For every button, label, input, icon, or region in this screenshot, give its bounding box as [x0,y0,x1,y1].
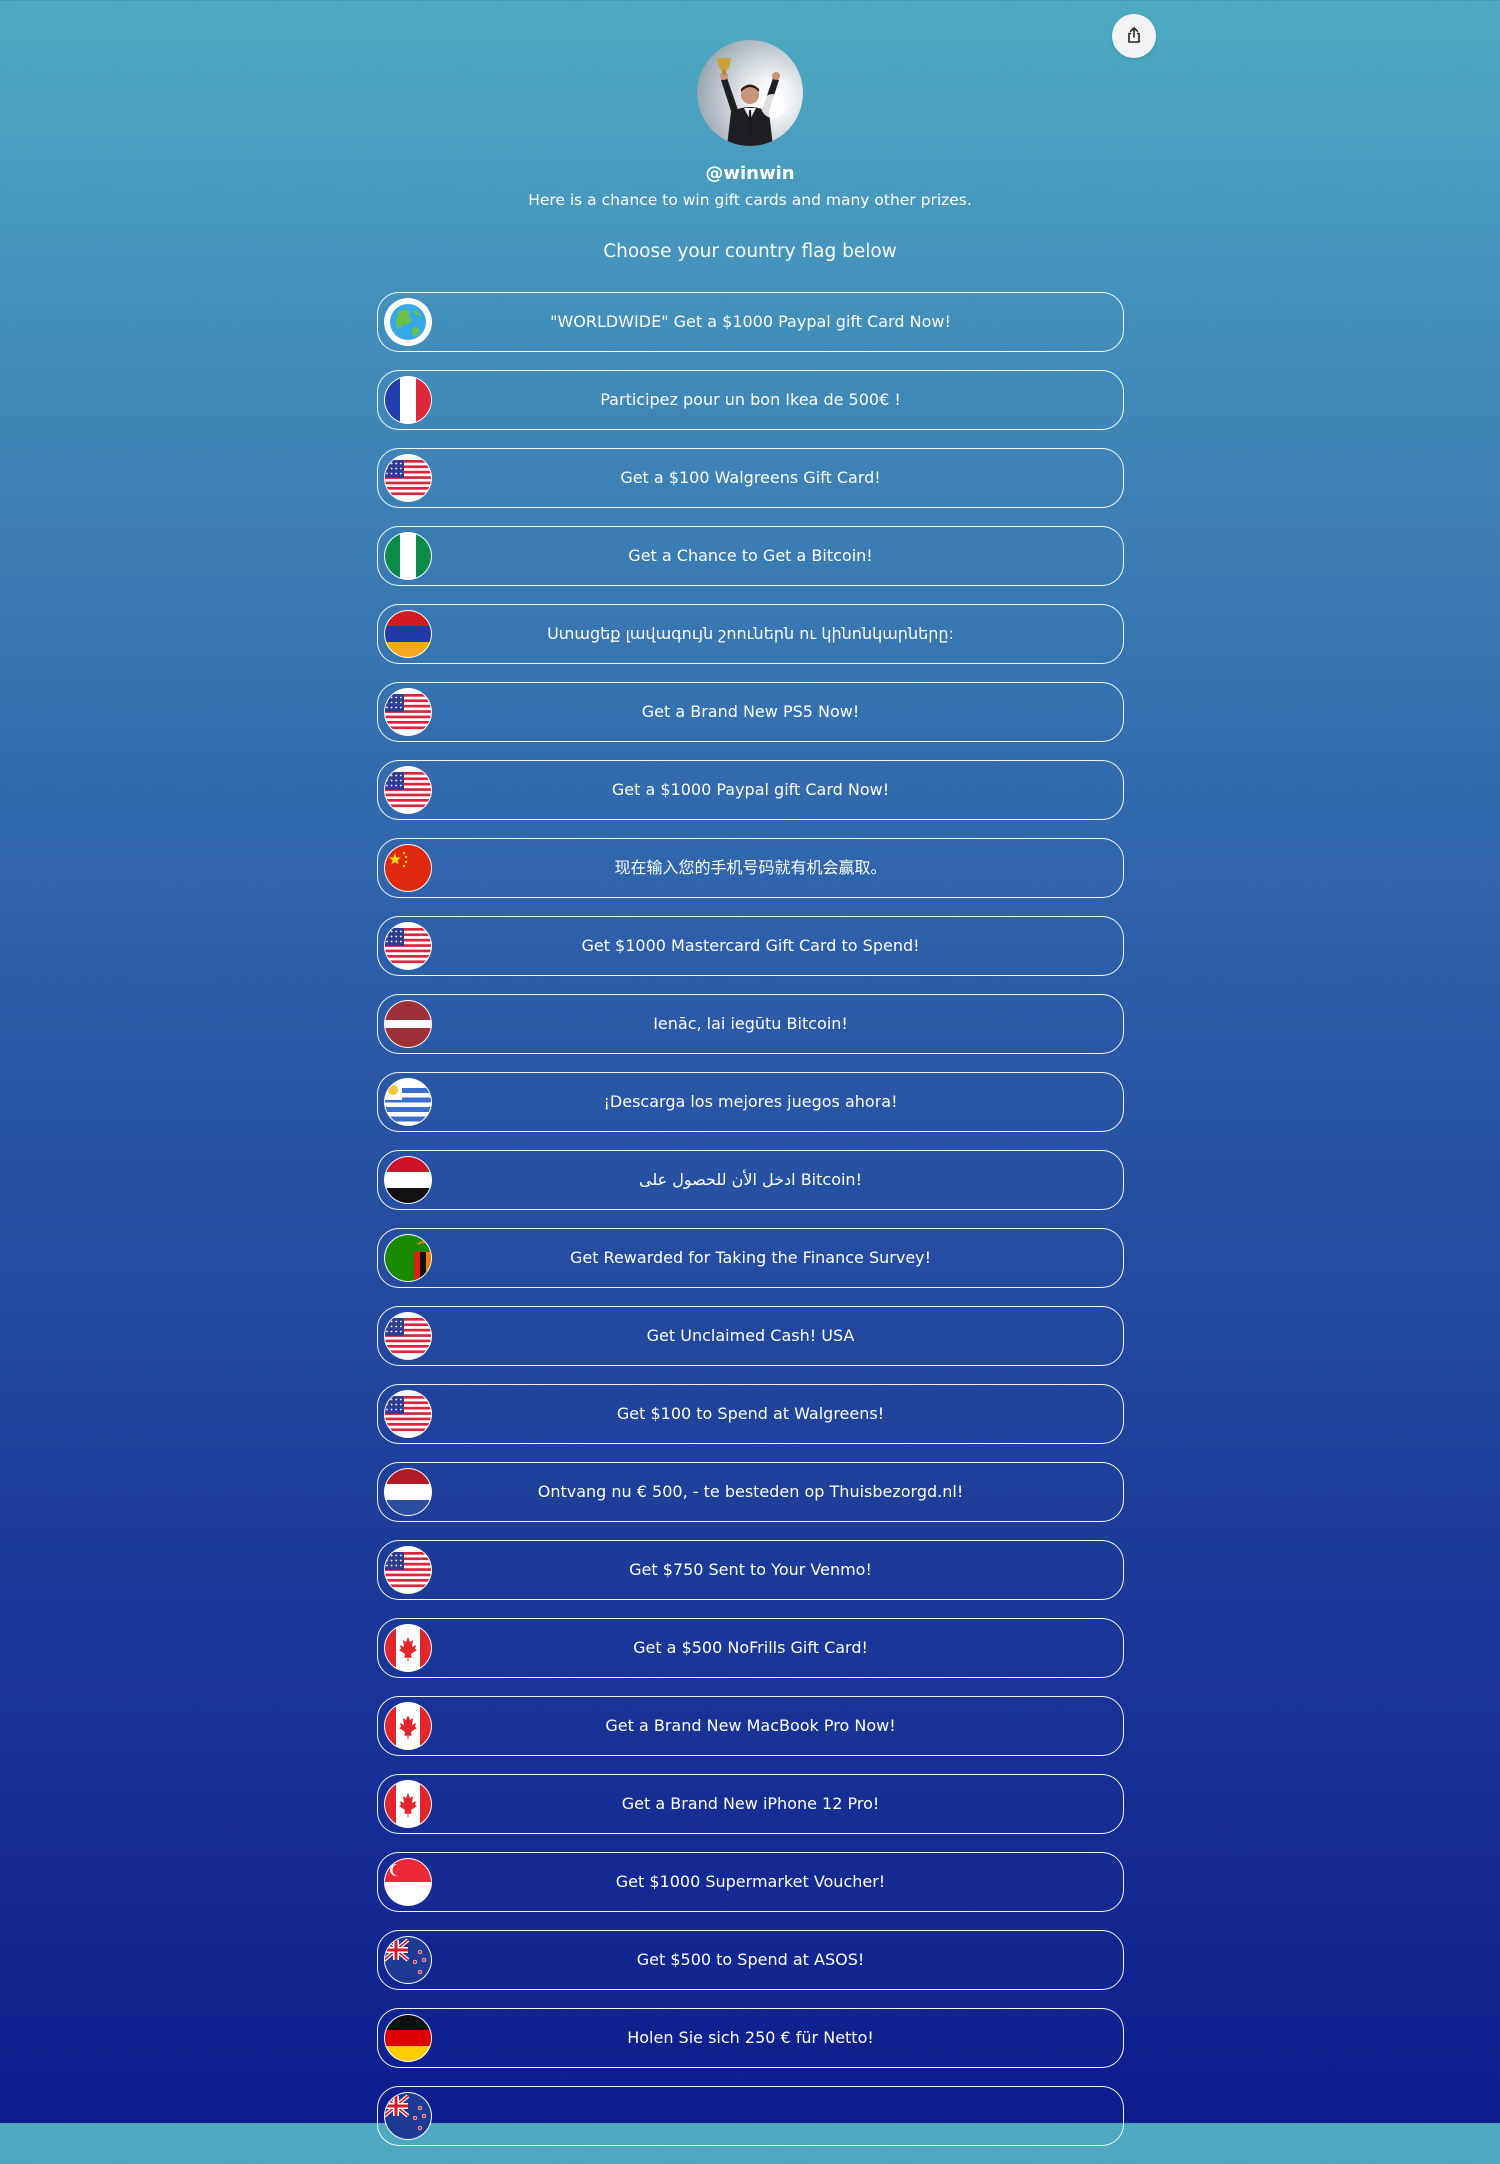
link-label: Get $100 to Spend at Walgreens! [616,1404,885,1423]
link-label: Get Unclaimed Cash! USA [646,1326,855,1345]
link-button[interactable]: Get $1000 Mastercard Gift Card to Spend! [377,916,1124,976]
link-button[interactable]: ¡Descarga los mejores juegos ahora! [377,1072,1124,1132]
link-button[interactable]: Holen Sie sich 250 € für Netto! [377,2008,1124,2068]
link-label: Get a $100 Walgreens Gift Card! [620,468,881,487]
link-button[interactable]: Get a Brand New MacBook Pro Now! [377,1696,1124,1756]
armenia-flag-icon [384,610,432,658]
nigeria-flag-icon [384,532,432,580]
profile-header: @winwin Here is a chance to win gift car… [0,40,1500,264]
canada-flag-icon [384,1624,432,1672]
link-button[interactable]: Get Unclaimed Cash! USA [377,1306,1124,1366]
usa-flag-icon [384,1546,432,1594]
uruguay-flag-icon [384,1078,432,1126]
link-button[interactable]: ادخل الأن للحصول على Bitcoin! [377,1150,1124,1210]
singapore-flag-icon [384,1858,432,1906]
link-label: Get a $500 NoFrills Gift Card! [633,1638,868,1657]
new-zealand-flag-icon [384,2092,432,2140]
usa-flag-icon [384,922,432,970]
link-button[interactable]: Participez pour un bon Ikea de 500€ ! [377,370,1124,430]
link-label: Get a Chance to Get a Bitcoin! [628,546,873,565]
china-flag-icon [384,844,432,892]
netherlands-flag-icon [384,1468,432,1516]
link-label: ¡Descarga los mejores juegos ahora! [603,1092,898,1111]
zambia-flag-icon [384,1234,432,1282]
avatar [697,40,803,146]
link-label: Get a Brand New PS5 Now! [641,702,860,721]
link-button[interactable]: Get a $1000 Paypal gift Card Now! [377,760,1124,820]
canada-flag-icon [384,1702,432,1750]
link-label: Get $500 to Spend at ASOS! [636,1950,865,1969]
link-label: Get a Brand New MacBook Pro Now! [605,1716,896,1735]
link-label: Get a Brand New iPhone 12 Pro! [621,1794,880,1813]
link-button[interactable]: Get a $100 Walgreens Gift Card! [377,448,1124,508]
link-label: Get $1000 Supermarket Voucher! [615,1872,886,1891]
link-label: Ստացեք լավագույն շոուներն ու կինոնկարներ… [547,624,954,643]
link-button[interactable]: Get $750 Sent to Your Venmo! [377,1540,1124,1600]
link-list: "WORLDWIDE" Get a $1000 Paypal gift Card… [377,292,1124,2164]
link-label: Get $1000 Mastercard Gift Card to Spend! [581,936,920,955]
link-button[interactable]: "WORLDWIDE" Get a $1000 Paypal gift Card… [377,292,1124,352]
link-label: Participez pour un bon Ikea de 500€ ! [600,390,901,409]
link-label: Ontvang nu € 500, - te besteden op Thuis… [537,1482,964,1501]
germany-flag-icon [384,2014,432,2062]
link-label: Get a $1000 Paypal gift Card Now! [611,780,890,799]
link-button[interactable]: Get a Chance to Get a Bitcoin! [377,526,1124,586]
link-button[interactable] [377,2086,1124,2146]
usa-flag-icon [384,1390,432,1438]
usa-flag-icon [384,1312,432,1360]
link-button[interactable]: Get $100 to Spend at Walgreens! [377,1384,1124,1444]
usa-flag-icon [384,454,432,502]
link-button[interactable]: Get a $500 NoFrills Gift Card! [377,1618,1124,1678]
link-button[interactable]: Get $500 to Spend at ASOS! [377,1930,1124,1990]
canada-flag-icon [384,1780,432,1828]
link-label: Get Rewarded for Taking the Finance Surv… [569,1248,932,1267]
link-button[interactable]: Get a Brand New iPhone 12 Pro! [377,1774,1124,1834]
profile-bio: Here is a chance to win gift cards and m… [528,191,972,209]
link-button[interactable]: Ստացեք լավագույն շոուներն ու կինոնկարներ… [377,604,1124,664]
new-zealand-flag-icon [384,1936,432,1984]
latvia-flag-icon [384,1000,432,1048]
username: @winwin [705,163,795,184]
france-flag-icon [384,376,432,424]
link-button[interactable]: Get $1000 Supermarket Voucher! [377,1852,1124,1912]
link-button[interactable]: Ontvang nu € 500, - te besteden op Thuis… [377,1462,1124,1522]
globe-flag-icon [384,298,432,346]
link-label: "WORLDWIDE" Get a $1000 Paypal gift Card… [550,312,951,331]
link-label: Ienāc, lai iegūtu Bitcoin! [653,1014,848,1033]
yemen-flag-icon [384,1156,432,1204]
link-button[interactable]: Ienāc, lai iegūtu Bitcoin! [377,994,1124,1054]
usa-flag-icon [384,688,432,736]
link-label: Holen Sie sich 250 € für Netto! [627,2028,874,2047]
link-button[interactable]: Get a Brand New PS5 Now! [377,682,1124,742]
link-label: ادخل الأن للحصول على Bitcoin! [639,1170,862,1189]
link-label: Get $750 Sent to Your Venmo! [629,1560,872,1579]
choose-country-heading: Choose your country flag below [603,241,897,262]
link-button[interactable]: Get Rewarded for Taking the Finance Surv… [377,1228,1124,1288]
link-button[interactable]: 现在输入您的手机号码就有机会赢取。 [377,838,1124,898]
link-label: 现在输入您的手机号码就有机会赢取。 [614,858,887,877]
usa-flag-icon [384,766,432,814]
